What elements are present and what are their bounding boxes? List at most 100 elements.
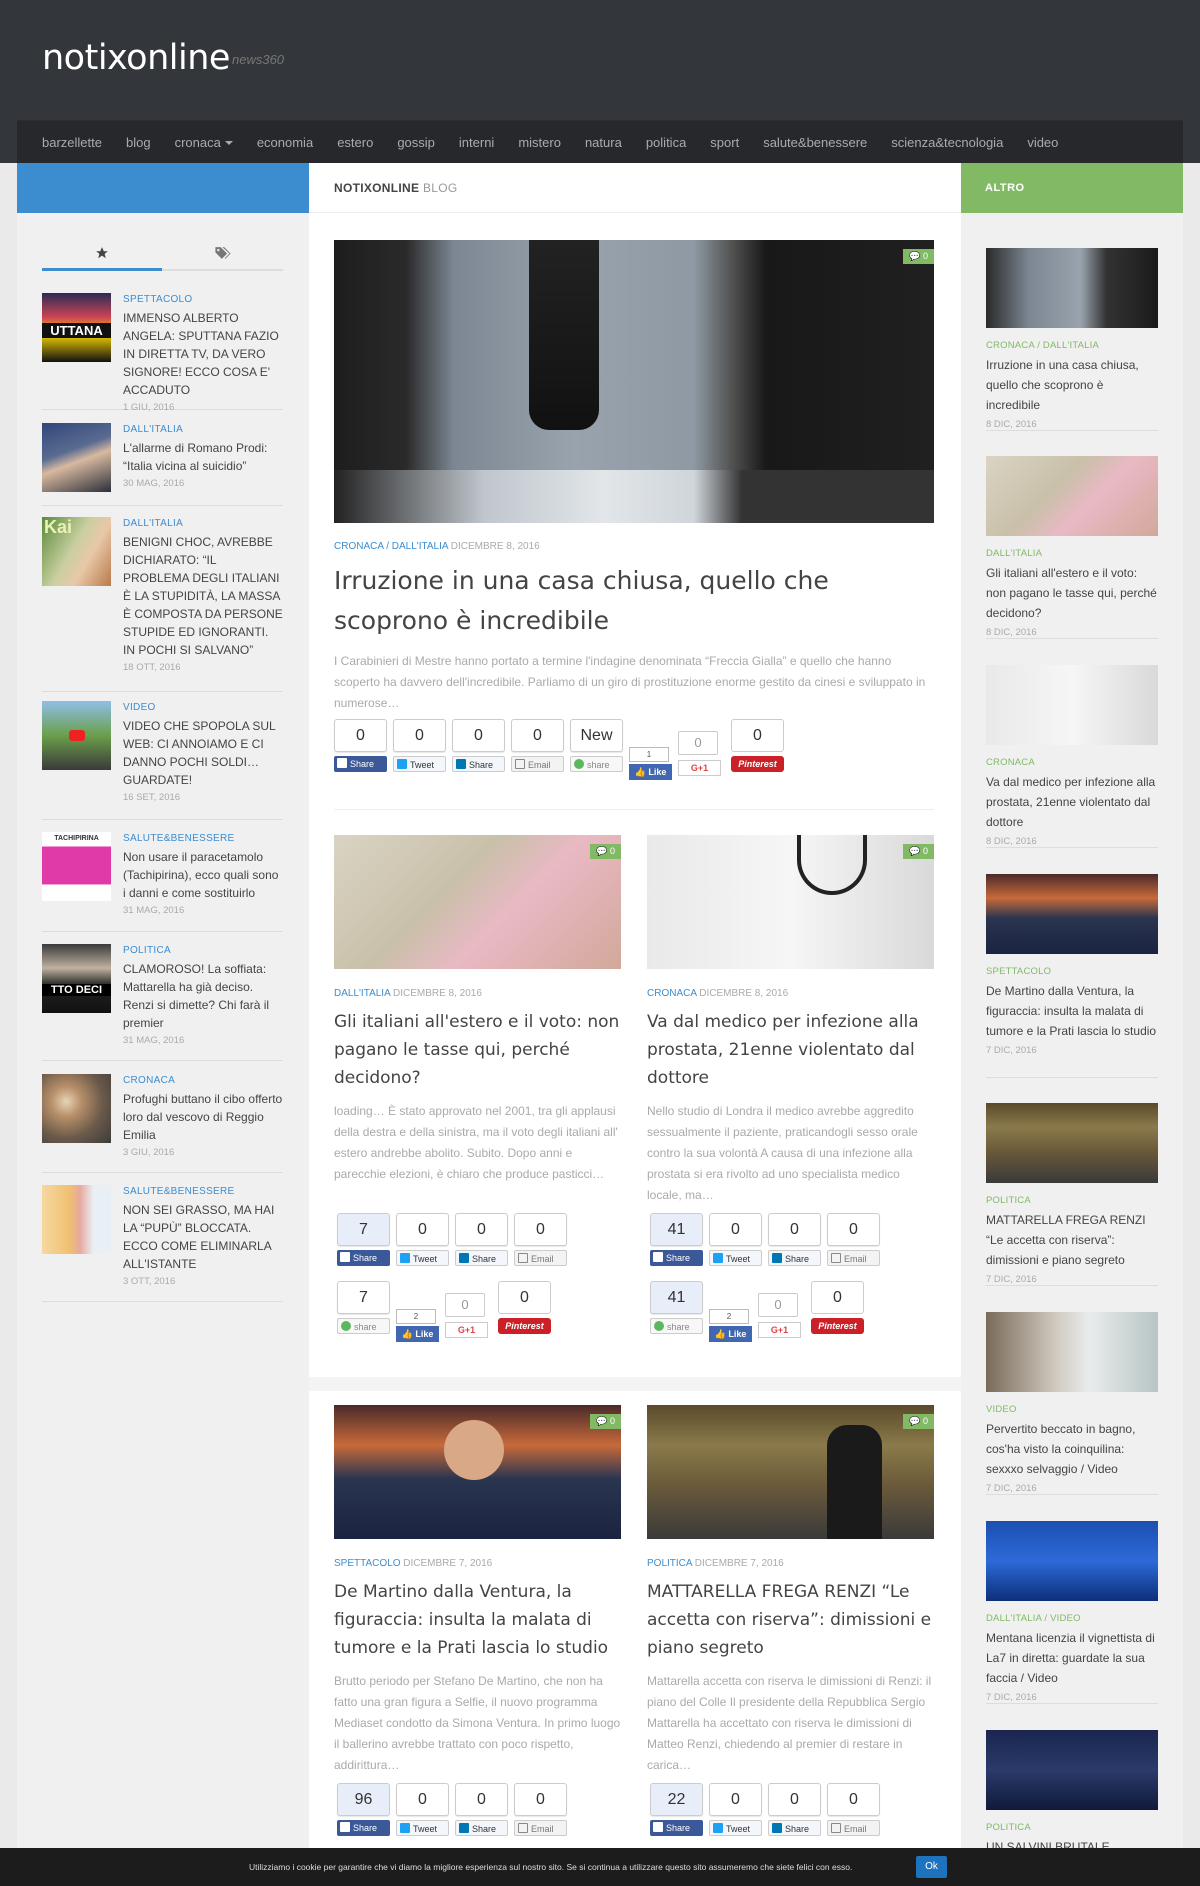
list-item[interactable]: SPETTACOLO De Martino dalla Ventura, la … bbox=[986, 874, 1158, 1078]
thumbnail[interactable] bbox=[986, 874, 1158, 954]
tab-popular[interactable] bbox=[42, 246, 162, 271]
post-title[interactable]: Va dal medico per infezione alla prostat… bbox=[986, 772, 1158, 832]
email-share[interactable]: 0 Email bbox=[511, 719, 564, 772]
thumbnail[interactable] bbox=[986, 665, 1158, 745]
post-category[interactable]: DALL'ITALIA bbox=[123, 518, 283, 529]
thumbnail[interactable] bbox=[986, 1103, 1158, 1183]
facebook-share[interactable]: 7 Share bbox=[337, 1213, 390, 1266]
linkedin-share[interactable]: 0 Share bbox=[455, 1213, 508, 1266]
email-share[interactable]: 0 Email bbox=[827, 1213, 880, 1266]
facebook-share[interactable]: 41 Share bbox=[650, 1213, 703, 1266]
linkedin-share[interactable]: 0 Share bbox=[455, 1783, 508, 1836]
pinterest-share[interactable]: 0 Pinterest bbox=[811, 1281, 864, 1334]
email-share[interactable]: 0 Email bbox=[514, 1213, 567, 1266]
post-title[interactable]: Profughi buttano il cibo offerto loro da… bbox=[123, 1090, 283, 1144]
cookie-ok-button[interactable]: Ok bbox=[916, 1856, 947, 1878]
post-title[interactable]: De Martino dalla Ventura, la figuraccia:… bbox=[986, 981, 1158, 1041]
post-category[interactable]: SPETTACOLO bbox=[986, 966, 1158, 977]
list-item[interactable]: DALL'ITALIA Gli italiani all'estero e il… bbox=[986, 456, 1158, 639]
nav-item-barzellette[interactable]: barzellette bbox=[42, 135, 102, 150]
post-category[interactable]: CRONACA / DALL'ITALIA bbox=[334, 541, 448, 552]
post-image[interactable]: 💬 0 bbox=[647, 1405, 934, 1539]
thumbnail[interactable]: Kai bbox=[42, 517, 111, 586]
twitter-share[interactable]: 0 Tweet bbox=[396, 1213, 449, 1266]
breadcrumb-site[interactable]: NOTIXONLINE bbox=[334, 181, 419, 195]
post-category[interactable]: CRONACA bbox=[986, 757, 1158, 768]
comment-badge[interactable]: 💬 0 bbox=[590, 1414, 621, 1429]
post-title[interactable]: MATTARELLA FREGA RENZI “Le accetta con r… bbox=[986, 1210, 1158, 1270]
comment-badge[interactable]: 💬 0 bbox=[903, 1414, 934, 1429]
post-image[interactable]: 💬 0 bbox=[647, 835, 934, 969]
thumbnail[interactable] bbox=[986, 248, 1158, 328]
thumbnail[interactable] bbox=[986, 1730, 1158, 1810]
post-title[interactable]: CLAMOROSO! La soffiata: Mattarella ha gi… bbox=[123, 960, 283, 1032]
nav-item-interni[interactable]: interni bbox=[459, 135, 494, 150]
post-image[interactable]: 💬 0 bbox=[334, 1405, 621, 1539]
facebook-like[interactable]: 2 👍 Like bbox=[396, 1309, 439, 1342]
generic-share[interactable]: 7 share bbox=[337, 1281, 390, 1334]
post-title[interactable]: L'allarme di Romano Prodi: “Italia vicin… bbox=[123, 439, 283, 475]
nav-item-cronaca[interactable]: cronaca bbox=[175, 135, 233, 150]
thumbnail[interactable] bbox=[986, 456, 1158, 536]
post-category[interactable]: VIDEO bbox=[986, 1404, 1158, 1415]
post-category[interactable]: DALL'ITALIA bbox=[334, 988, 390, 999]
facebook-share[interactable]: 96 Share bbox=[337, 1783, 390, 1836]
list-item[interactable]: CRONACA / DALL'ITALIA Irruzione in una c… bbox=[986, 248, 1158, 431]
list-item[interactable]: Kai DALL'ITALIA BENIGNI CHOC, AVREBBE DI… bbox=[42, 517, 283, 692]
facebook-share[interactable]: 0 Share bbox=[334, 719, 387, 772]
post-title[interactable]: Va dal medico per infezione alla prostat… bbox=[647, 1008, 934, 1092]
post-category[interactable]: DALL'ITALIA bbox=[986, 548, 1158, 559]
twitter-share[interactable]: 0 Tweet bbox=[709, 1213, 762, 1266]
post-title[interactable]: IMMENSO ALBERTO ANGELA: SPUTTANA FAZIO I… bbox=[123, 309, 283, 399]
twitter-share[interactable]: 0 Tweet bbox=[396, 1783, 449, 1836]
post-title[interactable]: Irruzione in una casa chiusa, quello che… bbox=[986, 355, 1158, 415]
featured-image[interactable]: 💬 0 bbox=[334, 240, 934, 523]
list-item[interactable]: SALUTE&BENESSERE NON SEI GRASSO, MA HAI … bbox=[42, 1185, 283, 1302]
thumbnail[interactable]: TTO DECI bbox=[42, 944, 111, 1013]
post-category[interactable]: DALL'ITALIA / VIDEO bbox=[986, 1613, 1158, 1624]
post-category[interactable]: CRONACA bbox=[647, 988, 696, 999]
list-item[interactable]: POLITICA MATTARELLA FREGA RENZI “Le acce… bbox=[986, 1103, 1158, 1286]
list-item[interactable]: DALL'ITALIA / VIDEO Mentana licenzia il … bbox=[986, 1521, 1158, 1704]
linkedin-share[interactable]: 0 Share bbox=[768, 1783, 821, 1836]
site-title[interactable]: notixonline bbox=[42, 38, 230, 78]
linkedin-share[interactable]: 0 Share bbox=[768, 1213, 821, 1266]
nav-item-blog[interactable]: blog bbox=[126, 135, 151, 150]
gplus-share[interactable]: 0 G+1 bbox=[445, 1293, 488, 1338]
post-category[interactable]: POLITICA bbox=[986, 1195, 1158, 1206]
post-title[interactable]: Non usare il paracetamolo (Tachipirina),… bbox=[123, 848, 283, 902]
post-image[interactable]: 💬 0 bbox=[334, 835, 621, 969]
post-category[interactable]: VIDEO bbox=[123, 702, 283, 713]
post-category[interactable]: SPETTACOLO bbox=[123, 294, 283, 305]
nav-item-gossip[interactable]: gossip bbox=[397, 135, 435, 150]
post-category[interactable]: SPETTACOLO bbox=[334, 1558, 401, 1569]
thumbnail[interactable] bbox=[42, 1074, 111, 1143]
thumbnail[interactable] bbox=[42, 423, 111, 492]
post-category[interactable]: CRONACA / DALL'ITALIA bbox=[986, 340, 1158, 351]
post-category[interactable]: POLITICA bbox=[647, 1558, 692, 1569]
pinterest-share[interactable]: 0 Pinterest bbox=[731, 719, 784, 772]
generic-share[interactable]: New share bbox=[570, 719, 623, 772]
list-item[interactable]: DALL'ITALIA L'allarme di Romano Prodi: “… bbox=[42, 423, 283, 506]
thumbnail[interactable]: UTTANA bbox=[42, 293, 111, 362]
nav-item-politica[interactable]: politica bbox=[646, 135, 686, 150]
twitter-share[interactable]: 0 Tweet bbox=[393, 719, 446, 772]
post-title[interactable]: MATTARELLA FREGA RENZI “Le accetta con r… bbox=[647, 1578, 934, 1662]
facebook-like[interactable]: 1 👍 Like bbox=[629, 747, 672, 780]
nav-item-estero[interactable]: estero bbox=[337, 135, 373, 150]
post-category[interactable]: POLITICA bbox=[123, 945, 283, 956]
tab-tags[interactable] bbox=[163, 246, 283, 271]
nav-item-sport[interactable]: sport bbox=[710, 135, 739, 150]
post-category[interactable]: POLITICA bbox=[986, 1822, 1158, 1833]
gplus-share[interactable]: 0 G+1 bbox=[758, 1293, 801, 1338]
post-title[interactable]: Pervertito beccato in bagno, cos'ha vist… bbox=[986, 1419, 1158, 1479]
post-title[interactable]: BENIGNI CHOC, AVREBBE DICHIARATO: “IL PR… bbox=[123, 533, 283, 659]
post-title[interactable]: Irruzione in una casa chiusa, quello che… bbox=[334, 561, 934, 641]
list-item[interactable]: UTTANA SPETTACOLO IMMENSO ALBERTO ANGELA… bbox=[42, 293, 283, 413]
thumbnail[interactable] bbox=[42, 701, 111, 770]
email-share[interactable]: 0 Email bbox=[827, 1783, 880, 1836]
email-share[interactable]: 0 Email bbox=[514, 1783, 567, 1836]
nav-item-natura[interactable]: natura bbox=[585, 135, 622, 150]
thumbnail[interactable] bbox=[42, 1185, 111, 1254]
facebook-share[interactable]: 22 Share bbox=[650, 1783, 703, 1836]
